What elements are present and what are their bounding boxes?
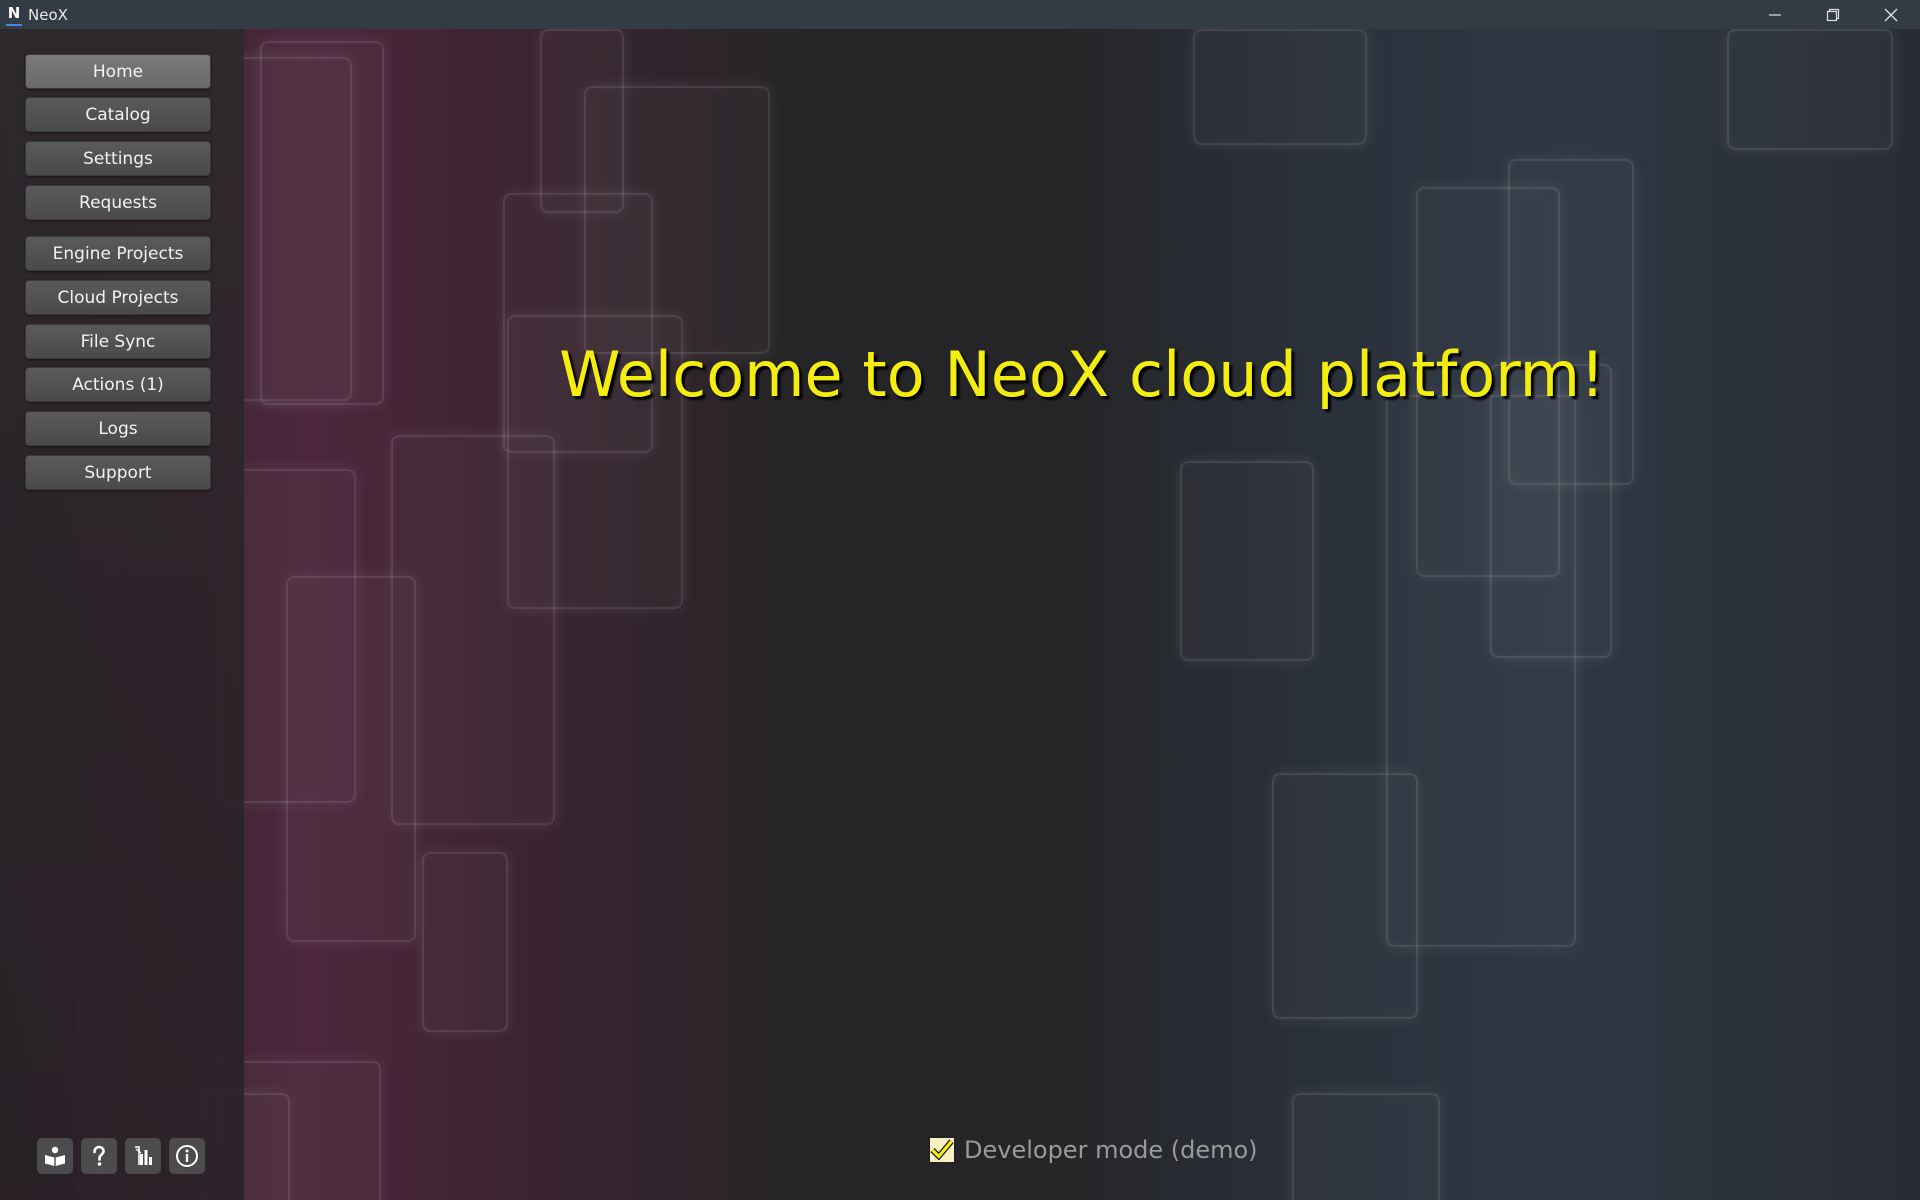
help-button[interactable] — [81, 1138, 117, 1174]
close-button[interactable] — [1862, 0, 1920, 29]
welcome-heading: Welcome to NeoX cloud platform! — [559, 338, 1605, 411]
sidebar-item-file-sync[interactable]: File Sync — [25, 324, 211, 359]
decorative-rect — [1180, 461, 1314, 661]
window-controls — [1746, 0, 1920, 29]
restore-button[interactable] — [1804, 0, 1862, 29]
book-icon — [45, 1146, 65, 1166]
developer-mode-label: Developer mode (demo) — [964, 1136, 1258, 1164]
sidebar-item-actions[interactable]: Actions (1) — [25, 367, 211, 402]
sidebar-item-label: Cloud Projects — [57, 287, 179, 308]
document-chart-icon — [135, 1146, 152, 1165]
sidebar-item-label: Settings — [83, 148, 153, 169]
minimize-icon — [1769, 13, 1781, 16]
sidebar-item-home[interactable]: Home — [25, 54, 211, 89]
title-bar[interactable]: N NeoX — [0, 0, 1920, 29]
decorative-rect — [422, 852, 508, 1032]
info-button[interactable] — [169, 1138, 205, 1174]
sidebar-item-label: Actions (1) — [72, 374, 164, 395]
restore-icon — [1826, 8, 1840, 21]
sidebar-item-support[interactable]: Support — [25, 455, 211, 490]
minimize-button[interactable] — [1746, 0, 1804, 29]
decorative-rect — [1193, 29, 1367, 145]
app-logo-icon: N — [6, 4, 22, 26]
decorative-rect — [1727, 29, 1893, 150]
sidebar-item-requests[interactable]: Requests — [25, 185, 211, 220]
background-panel — [0, 29, 1920, 1200]
book-button[interactable] — [37, 1138, 73, 1174]
help-icon — [93, 1145, 105, 1166]
sidebar-item-label: Catalog — [85, 104, 151, 125]
sidebar-item-settings[interactable]: Settings — [25, 141, 211, 176]
decorative-rect — [286, 576, 416, 942]
decorative-rect — [1272, 773, 1418, 1019]
sidebar-item-label: Support — [84, 462, 152, 483]
document-chart-button[interactable] — [125, 1138, 161, 1174]
sidebar-item-label: File Sync — [80, 331, 156, 352]
sidebar-item-logs[interactable]: Logs — [25, 411, 211, 446]
sidebar-item-label: Logs — [98, 418, 138, 439]
app-window: N NeoX Home Catalog Settings Requests En… — [0, 0, 1920, 1200]
developer-mode-toggle[interactable]: Developer mode (demo) — [928, 1136, 1258, 1164]
window-title: NeoX — [28, 5, 68, 24]
close-icon — [1884, 8, 1898, 21]
sidebar-item-cloud-projects[interactable]: Cloud Projects — [25, 280, 211, 315]
sidebar-item-catalog[interactable]: Catalog — [25, 97, 211, 132]
sidebar-item-label: Engine Projects — [52, 243, 184, 264]
info-icon — [176, 1145, 198, 1167]
sidebar-item-engine-projects[interactable]: Engine Projects — [25, 236, 211, 271]
checkmark-icon — [930, 1139, 954, 1161]
developer-mode-checkbox[interactable] — [928, 1136, 956, 1164]
sidebar-item-label: Home — [92, 61, 144, 82]
sidebar-item-label: Requests — [79, 192, 157, 213]
decorative-rect — [1292, 1093, 1440, 1200]
sidebar: Home Catalog Settings Requests Engine Pr… — [0, 29, 244, 1200]
